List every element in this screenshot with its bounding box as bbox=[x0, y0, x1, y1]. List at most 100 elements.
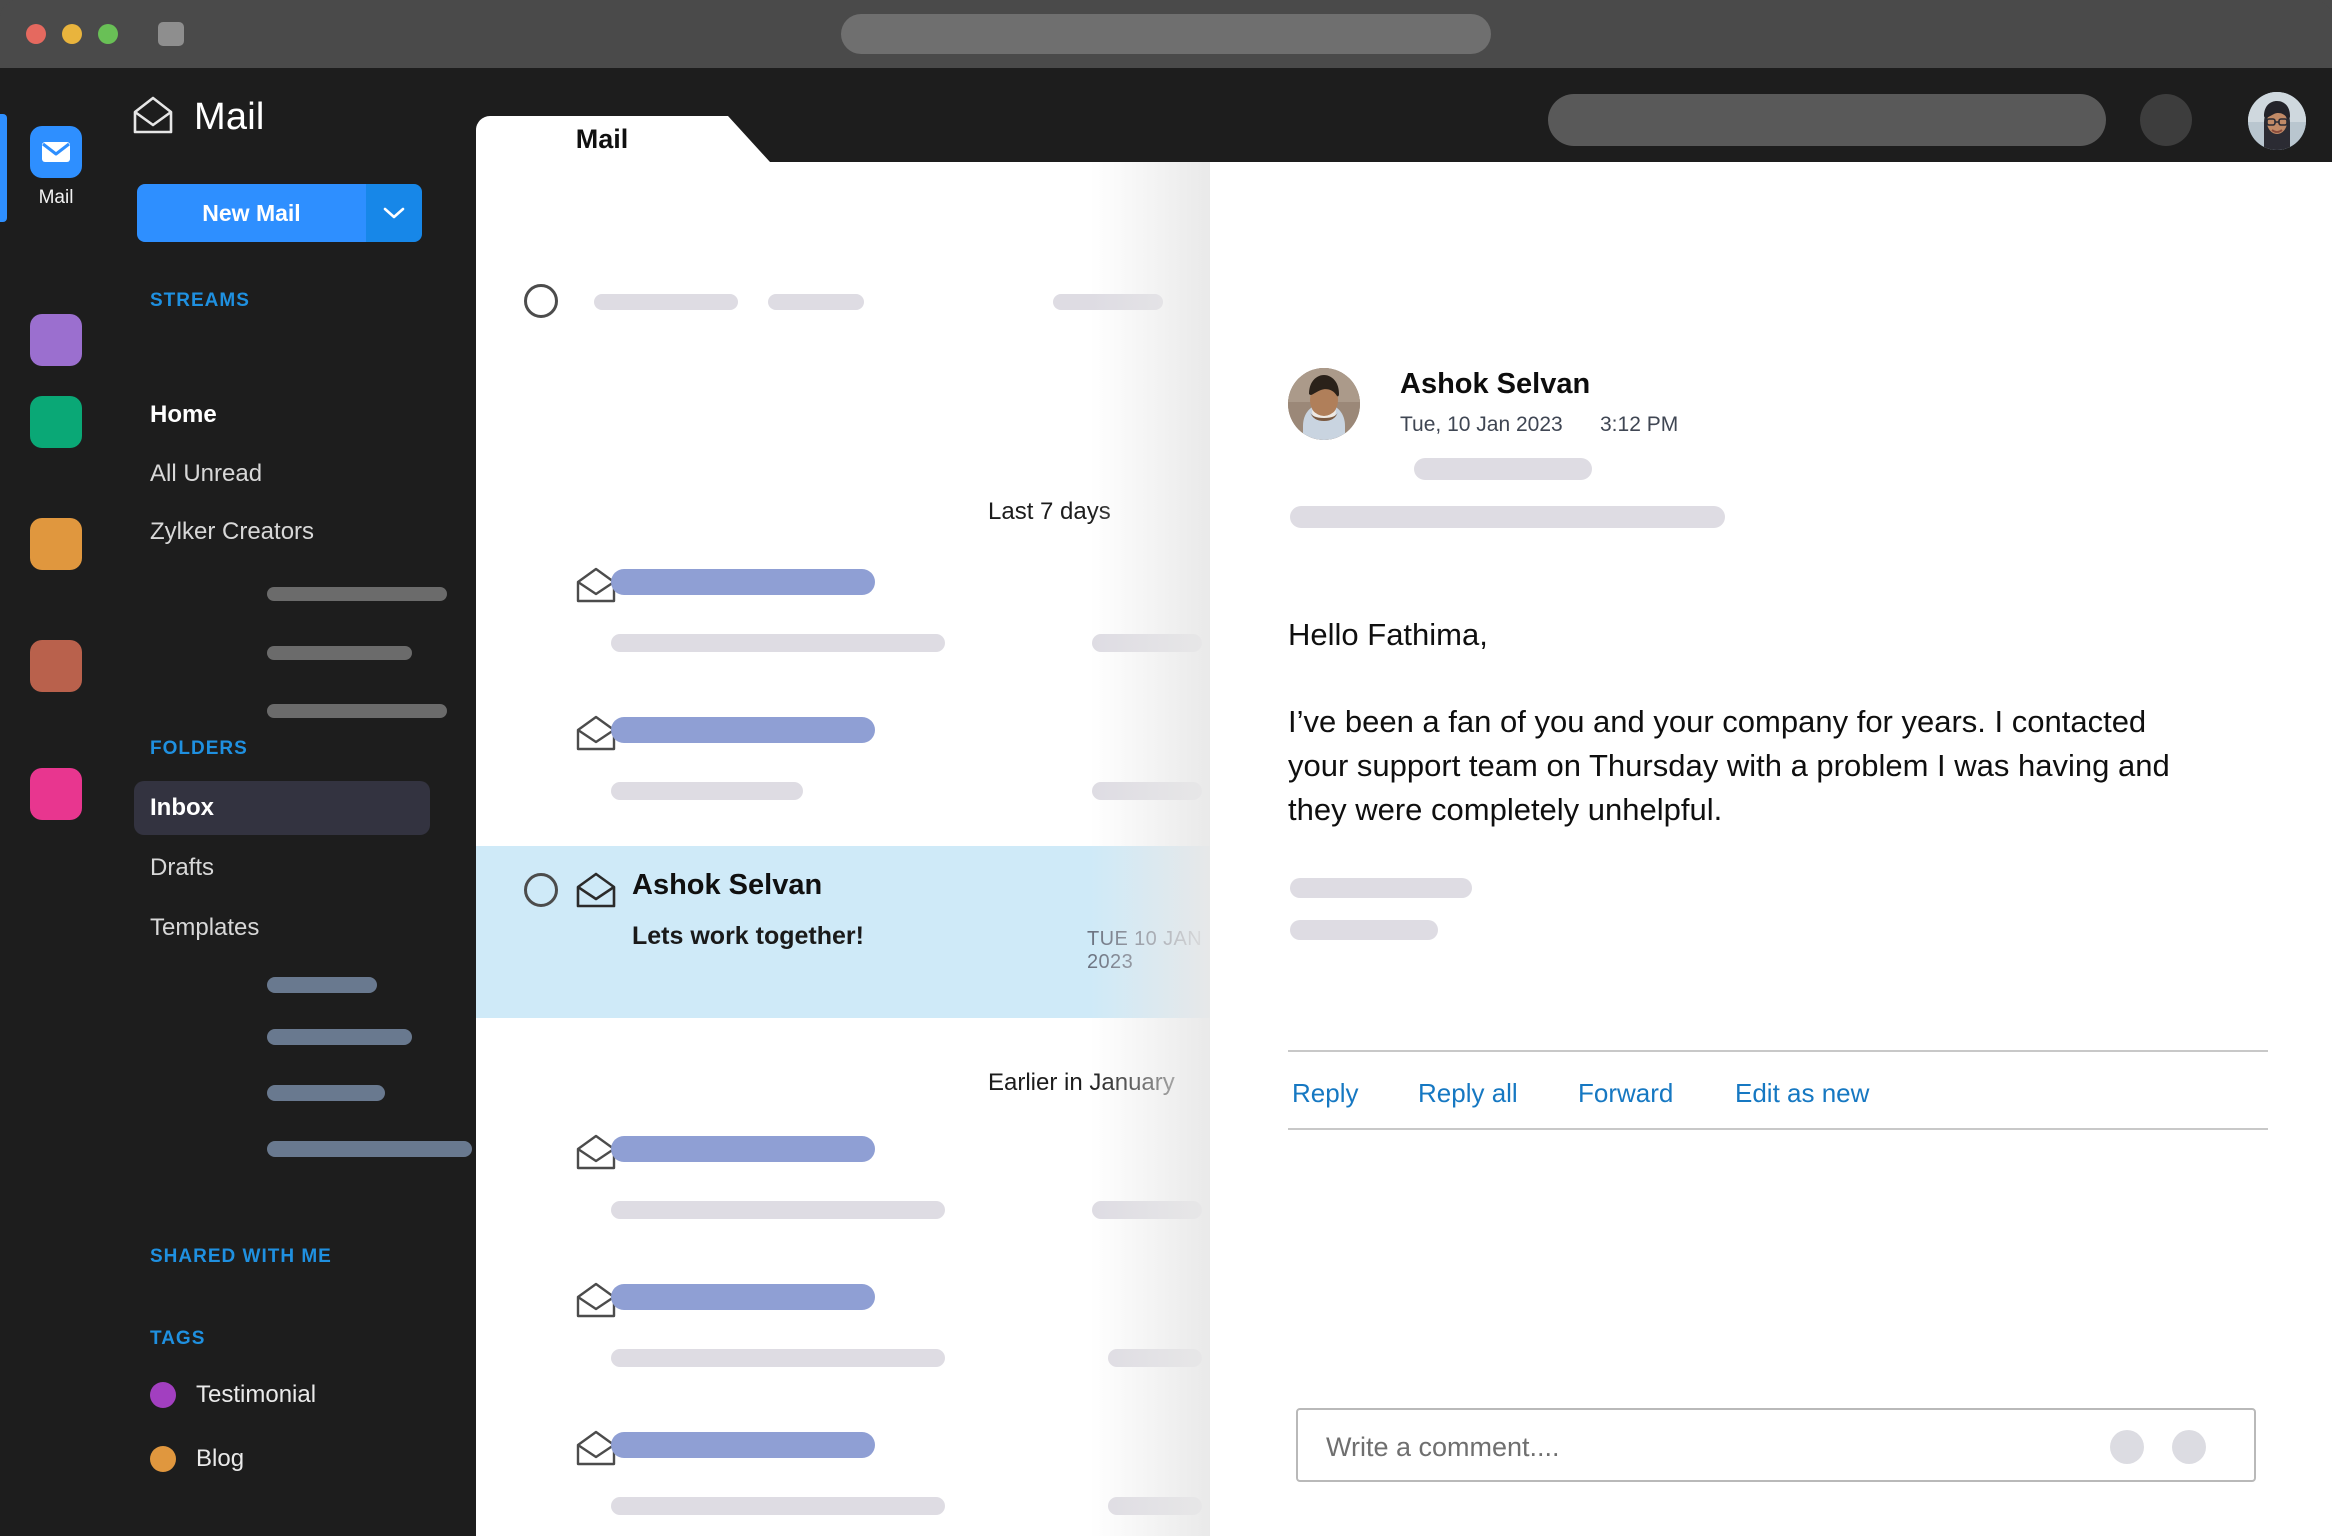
new-mail-button[interactable]: New Mail bbox=[137, 184, 422, 242]
tag-label: Testimonial bbox=[196, 1381, 317, 1408]
subject-placeholder-bar bbox=[611, 1497, 945, 1515]
date-placeholder-bar bbox=[1092, 1201, 1202, 1219]
rail-item-green[interactable] bbox=[0, 396, 112, 448]
reading-time: 3:12 PM bbox=[1600, 413, 1679, 436]
app-container: Mail Mail New Mail STREAMS Home All Unre… bbox=[0, 68, 2332, 1536]
tag-color-dot-icon bbox=[150, 1446, 176, 1472]
sidebar-item-label: Home bbox=[150, 401, 217, 428]
date-placeholder-bar bbox=[1092, 782, 1202, 800]
app-tile-icon bbox=[30, 518, 82, 570]
mail-date: TUE 10 JAN 2023 bbox=[1087, 928, 1203, 973]
sender-placeholder-bar bbox=[611, 1284, 875, 1310]
sidebar-item-templates[interactable]: Templates bbox=[134, 901, 430, 955]
send-circle-icon[interactable] bbox=[2172, 1430, 2206, 1464]
attach-circle-icon[interactable] bbox=[2110, 1430, 2144, 1464]
subject-placeholder-bar bbox=[611, 782, 803, 800]
app-tile-icon bbox=[30, 640, 82, 692]
reply-button[interactable]: Reply bbox=[1292, 1078, 1358, 1109]
sidebar-placeholder-bar bbox=[267, 587, 447, 601]
app-window: Mail Mail New Mail STREAMS Home All Unre… bbox=[0, 0, 2332, 1536]
window-layout-button[interactable] bbox=[158, 22, 184, 46]
rail-item-brown[interactable] bbox=[0, 640, 112, 692]
header-placeholder-bar bbox=[1053, 294, 1163, 310]
tab-label: Mail bbox=[575, 123, 629, 154]
actions-divider-top bbox=[1288, 1050, 2268, 1052]
mail-sender-name: Ashok Selvan bbox=[632, 869, 823, 901]
traffic-light-controls bbox=[26, 24, 118, 44]
email-body-greeting: Hello Fathima, bbox=[1288, 617, 1488, 652]
list-header-row bbox=[476, 266, 1210, 336]
sidebar-placeholder-bar bbox=[267, 977, 377, 993]
sidebar-item-home[interactable]: Home bbox=[134, 388, 430, 442]
sidebar-item-label: Drafts bbox=[150, 854, 215, 881]
reading-subject-placeholder-bar bbox=[1414, 458, 1592, 480]
edit-as-new-button[interactable]: Edit as new bbox=[1735, 1078, 1869, 1109]
mail-row-selected[interactable]: Ashok Selvan Lets work together! TUE 10 … bbox=[476, 846, 1210, 1018]
avatar[interactable] bbox=[2248, 92, 2306, 150]
minimize-window-button[interactable] bbox=[62, 24, 82, 44]
sidebar-item-tag-testimonial[interactable]: Testimonial bbox=[150, 1381, 316, 1409]
page-title: Mail bbox=[194, 96, 265, 138]
section-header-tags: TAGS bbox=[150, 1328, 206, 1349]
sidebar-placeholder-bar bbox=[267, 1141, 472, 1157]
close-window-button[interactable] bbox=[26, 24, 46, 44]
subject-placeholder-bar bbox=[611, 1349, 945, 1367]
mail-row-skeleton[interactable] bbox=[476, 1114, 1210, 1229]
sender-placeholder-bar bbox=[611, 1432, 875, 1458]
select-all-circle-icon[interactable] bbox=[524, 284, 558, 318]
search-input[interactable] bbox=[1548, 94, 2106, 146]
rail-item-label: Mail bbox=[38, 187, 74, 208]
reading-meta-placeholder-bar bbox=[1290, 506, 1725, 528]
reading-date: Tue, 10 Jan 2023 bbox=[1400, 413, 1563, 436]
comment-input[interactable]: Write a comment.... bbox=[1296, 1408, 2256, 1482]
window-titlebar bbox=[0, 0, 2332, 68]
sidebar-placeholder-bar bbox=[267, 704, 447, 718]
notification-circle-icon[interactable] bbox=[2140, 94, 2192, 146]
subject-placeholder-bar bbox=[611, 634, 945, 652]
mail-row-skeleton[interactable] bbox=[476, 695, 1210, 810]
forward-button[interactable]: Forward bbox=[1578, 1078, 1673, 1109]
tag-label: Blog bbox=[196, 1445, 245, 1472]
sender-placeholder-bar bbox=[611, 1136, 875, 1162]
sidebar-placeholder-bar bbox=[267, 646, 412, 660]
sidebar-item-label: All Unread bbox=[150, 460, 263, 487]
sidebar-item-tag-blog[interactable]: Blog bbox=[150, 1445, 244, 1473]
selection-circle-icon[interactable] bbox=[524, 873, 558, 907]
actions-divider-bottom bbox=[1288, 1128, 2268, 1130]
new-mail-label: New Mail bbox=[137, 184, 366, 242]
brand: Mail bbox=[130, 92, 264, 143]
sender-avatar bbox=[1288, 368, 1360, 440]
section-header-streams: STREAMS bbox=[150, 290, 250, 311]
sender-placeholder-bar bbox=[611, 569, 875, 595]
mail-row-skeleton[interactable] bbox=[476, 1262, 1210, 1377]
mail-list-pane[interactable]: Last 7 days Ashok Selvan Lets work toget… bbox=[476, 162, 1210, 1536]
mail-row-skeleton[interactable] bbox=[476, 1410, 1210, 1525]
sidebar-item-zylker-creators[interactable]: Zylker Creators bbox=[134, 505, 430, 559]
mail-group-label-earlier-in-january: Earlier in January bbox=[988, 1069, 1175, 1096]
maximize-window-button[interactable] bbox=[98, 24, 118, 44]
header-placeholder-bar bbox=[768, 294, 864, 310]
sidebar-item-inbox[interactable]: Inbox bbox=[134, 781, 430, 835]
section-header-folders: FOLDERS bbox=[150, 738, 248, 759]
rail-item-orange[interactable] bbox=[0, 518, 112, 570]
tag-color-dot-icon bbox=[150, 1382, 176, 1408]
rail-item-purple[interactable] bbox=[0, 314, 112, 366]
address-bar-placeholder[interactable] bbox=[841, 14, 1491, 54]
open-envelope-icon bbox=[574, 870, 618, 915]
sidebar-item-all-unread[interactable]: All Unread bbox=[134, 447, 430, 501]
sidebar-item-drafts[interactable]: Drafts bbox=[134, 841, 430, 895]
app-tile-icon bbox=[30, 314, 82, 366]
chevron-down-icon[interactable] bbox=[366, 184, 422, 242]
open-envelope-icon bbox=[130, 92, 176, 143]
mail-group-label-last-7-days: Last 7 days bbox=[988, 498, 1111, 525]
reading-pane bbox=[1210, 162, 2332, 1536]
subject-placeholder-bar bbox=[611, 1201, 945, 1219]
reply-all-button[interactable]: Reply all bbox=[1418, 1078, 1518, 1109]
app-switcher-rail: Mail bbox=[0, 68, 112, 1536]
envelope-icon bbox=[30, 126, 82, 178]
mail-subject: Lets work together! bbox=[632, 922, 864, 950]
rail-item-pink[interactable] bbox=[0, 768, 112, 820]
body-placeholder-bar bbox=[1290, 878, 1472, 898]
rail-item-mail[interactable]: Mail bbox=[0, 126, 112, 209]
mail-row-skeleton[interactable] bbox=[476, 547, 1210, 662]
